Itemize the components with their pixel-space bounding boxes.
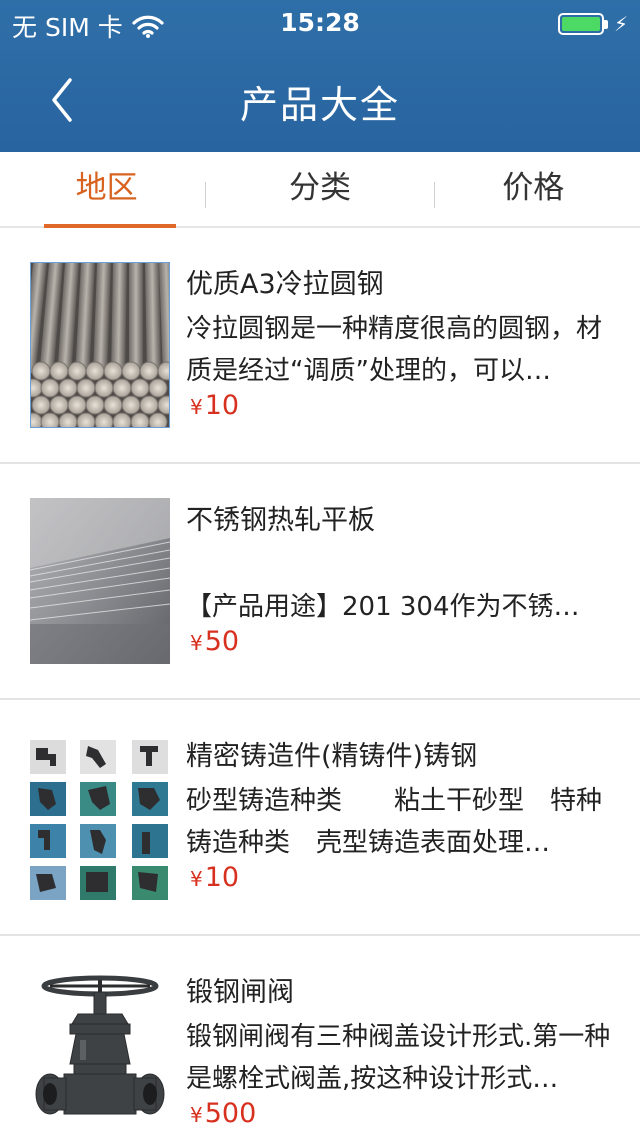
product-title: 不锈钢热轧平板 [186,505,375,536]
price-value: 10 [204,862,240,893]
tab-divider [205,182,206,208]
tab-region[interactable]: 地区 [0,152,213,228]
battery-icon: ⚡ [557,12,628,36]
product-price: ¥50 [190,626,239,657]
price-value: 50 [204,626,240,657]
gate-valve-image [30,970,170,1136]
product-list: 优质A3冷拉圆钢 冷拉圆钢是一种精度很高的圆钢，材质是经过“调质”处理的，可以…… [0,228,640,1136]
tab-label: 价格 [502,170,565,206]
product-image [30,970,170,1136]
product-image [30,262,170,428]
product-image [30,734,170,900]
status-bar: 无 SIM 卡 15:28 ⚡ [0,0,640,48]
castings-grid-image [30,734,170,900]
product-description: 锻钢闸阀有三种阀盖设计形式.第一种是螺栓式阀盖,按这种设计形式… [186,1022,611,1094]
product-description: 冷拉圆钢是一种精度很高的圆钢，材质是经过“调质”处理的，可以… [186,314,603,386]
tab-label: 地区 [75,170,138,206]
product-description: 砂型铸造种类 粘土干砂型 特种铸造种类 壳型铸造表面处理… [186,786,603,858]
currency-symbol: ¥ [190,1103,203,1127]
page-title: 产品大全 [239,83,400,127]
product-title: 精密铸造件(精铸件)铸钢 [186,741,478,772]
currency-symbol: ¥ [190,867,203,891]
product-list-item[interactable]: 锻钢闸阀 锻钢闸阀有三种阀盖设计形式.第一种是螺栓式阀盖,按这种设计形式… ¥5… [0,936,640,1136]
steel-plate-stack-image [30,498,170,664]
tab-price[interactable]: 价格 [427,152,640,226]
product-list-item[interactable]: 精密铸造件(精铸件)铸钢 砂型铸造种类 粘土干砂型 特种铸造种类 壳型铸造表面处… [0,700,640,936]
tab-category[interactable]: 分类 [213,152,426,226]
currency-symbol: ¥ [190,395,203,419]
product-price: ¥10 [190,390,239,421]
product-title: 锻钢闸阀 [186,977,294,1008]
charging-icon: ⚡ [613,12,628,36]
tab-divider [434,182,435,208]
status-time: 15:28 [280,8,360,37]
product-list-item[interactable]: 优质A3冷拉圆钢 冷拉圆钢是一种精度很高的圆钢，材质是经过“调质”处理的，可以…… [0,228,640,464]
product-price: ¥500 [190,1098,256,1129]
product-price: ¥10 [190,862,239,893]
product-image [30,498,170,664]
price-value: 500 [204,1098,257,1129]
product-description: 【产品用途】201 304作为不锈… [186,592,580,622]
header: 无 SIM 卡 15:28 ⚡ 产品大全 [0,0,640,152]
filter-tabs: 地区 分类 价格 [0,152,640,228]
currency-symbol: ¥ [190,631,203,655]
product-list-item[interactable]: 不锈钢热轧平板 【产品用途】201 304作为不锈… ¥50 [0,464,640,700]
price-value: 10 [204,390,240,421]
product-title: 优质A3冷拉圆钢 [186,269,384,300]
tab-label: 分类 [288,170,351,206]
steel-round-bars-image [31,263,169,427]
navigation-bar: 产品大全 [0,48,640,152]
